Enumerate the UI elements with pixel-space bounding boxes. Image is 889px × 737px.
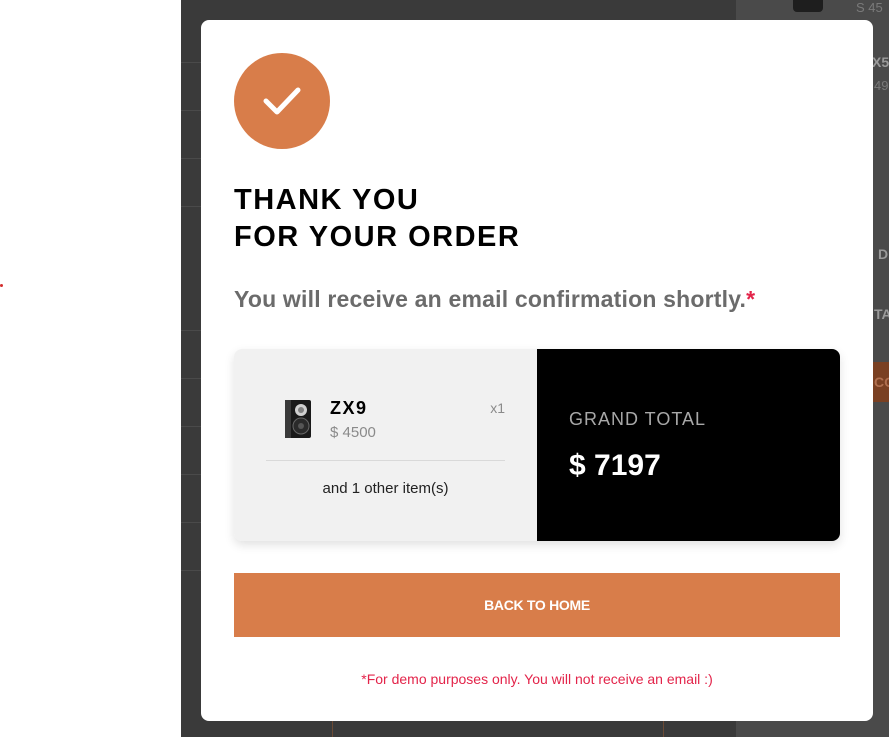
title-line-2: FOR YOUR ORDER bbox=[234, 221, 521, 253]
product-name: ZX9 bbox=[330, 398, 368, 418]
grand-total-value: $ 7197 bbox=[569, 449, 661, 482]
subtitle-text: You will receive an email confirmation s… bbox=[234, 286, 747, 312]
background-name-peek: X5 bbox=[872, 54, 889, 70]
back-to-home-button[interactable]: BACK TO HOME bbox=[234, 573, 840, 637]
subtitle-asterisk: * bbox=[746, 286, 756, 312]
title-line-1: THANK YOU bbox=[234, 184, 420, 216]
grand-total-label: GRAND TOTAL bbox=[569, 409, 707, 429]
other-items-toggle[interactable]: and 1 other item(s) bbox=[234, 480, 537, 497]
product-price: $ 4500 bbox=[330, 424, 376, 441]
items-divider bbox=[266, 460, 505, 461]
speaker-image bbox=[280, 398, 316, 440]
background-product-thumb bbox=[793, 0, 823, 12]
background-price-peek: S 45 bbox=[856, 0, 883, 15]
demo-disclaimer: *For demo purposes only. You will not re… bbox=[361, 671, 713, 687]
background-total-peek: TA bbox=[874, 306, 889, 322]
background-page-left bbox=[0, 0, 181, 737]
confirmation-title: THANK YOU FOR YOUR ORDER bbox=[234, 182, 520, 256]
confirmation-subtitle: You will receive an email confirmation s… bbox=[234, 286, 755, 313]
order-confirmation-modal: THANK YOU FOR YOUR ORDER You will receiv… bbox=[201, 20, 873, 721]
grand-total-panel: GRAND TOTAL $ 7197 bbox=[537, 349, 840, 541]
order-summary-card: ZX9 $ 4500 x1 and 1 other item(s) GRAND … bbox=[234, 349, 840, 541]
checkmark-icon bbox=[234, 53, 330, 149]
background-button-peek: CO bbox=[872, 362, 889, 402]
product-quantity: x1 bbox=[490, 400, 505, 416]
background-price-peek-2: 49 bbox=[874, 78, 889, 93]
background-label-peek: D bbox=[878, 246, 889, 262]
order-items-panel: ZX9 $ 4500 x1 and 1 other item(s) bbox=[234, 349, 537, 541]
background-dot bbox=[0, 284, 3, 287]
